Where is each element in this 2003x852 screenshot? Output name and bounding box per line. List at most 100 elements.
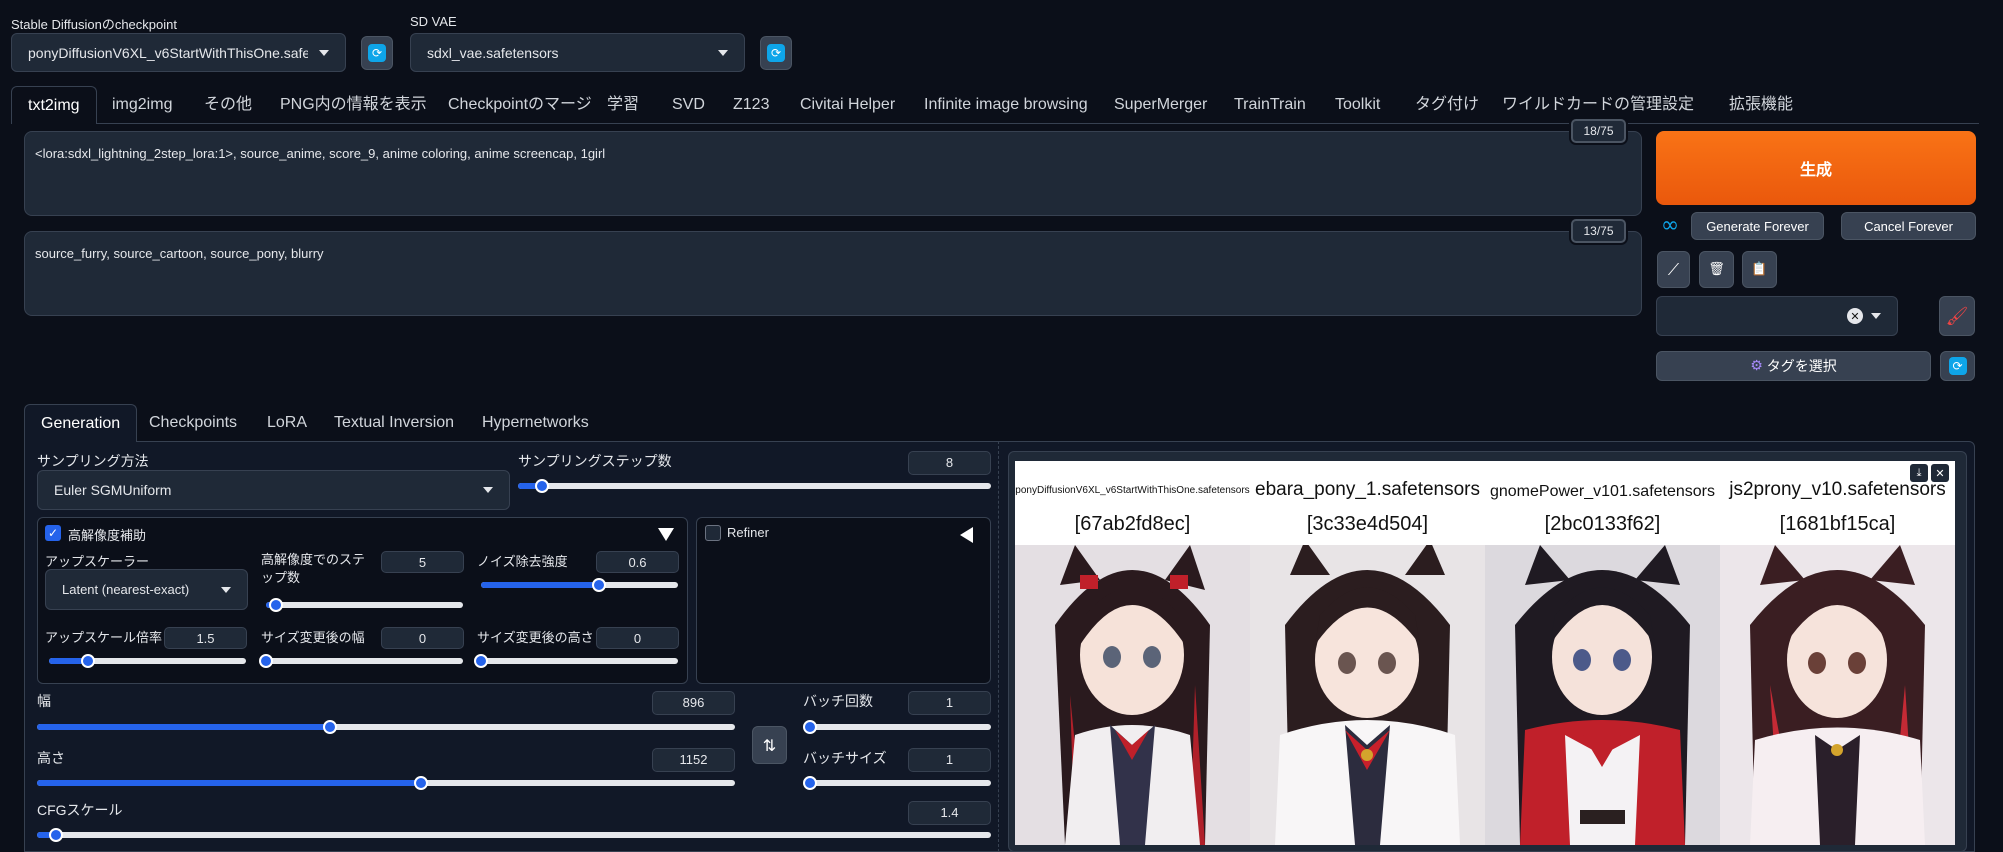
- tab-textual-inversion[interactable]: Textual Inversion: [334, 404, 454, 442]
- tab-checkpoints[interactable]: Checkpoints: [149, 404, 237, 442]
- tab-img2img[interactable]: img2img: [112, 86, 172, 124]
- sampling-steps-number[interactable]: 8: [908, 451, 991, 475]
- hires-steps-label: 高解像度でのステップ数: [261, 552, 366, 585]
- paste-params-button[interactable]: ⟋: [1657, 251, 1690, 288]
- tab-png-info[interactable]: PNG内の情報を表示: [280, 86, 427, 124]
- close-icon[interactable]: ✕: [1931, 464, 1949, 482]
- download-icon[interactable]: ⤓: [1910, 464, 1928, 482]
- expand-triangle-icon[interactable]: [960, 527, 973, 543]
- batch-count-slider[interactable]: [803, 720, 991, 734]
- width-number[interactable]: 896: [652, 691, 735, 715]
- styles-select[interactable]: ✕: [1656, 296, 1898, 336]
- vae-select[interactable]: sdxl_vae.safetensors: [410, 33, 745, 72]
- slider-thumb[interactable]: [268, 598, 283, 612]
- model-hash: [2bc0133f62]: [1544, 513, 1661, 535]
- sampling-steps-slider[interactable]: [518, 479, 991, 493]
- upscaler-value: Latent (nearest-exact): [62, 582, 190, 597]
- tab-supermerger[interactable]: SuperMerger: [1114, 86, 1207, 124]
- panel-divider: [998, 441, 999, 852]
- chevron-down-icon: [221, 586, 231, 593]
- refiner-checkbox[interactable]: [705, 525, 721, 541]
- tab-checkpoint-merger[interactable]: Checkpointのマージ: [448, 86, 592, 124]
- batch-count-number[interactable]: 1: [908, 691, 991, 715]
- grid-column: ebara_pony_1.safetensors [3c33e4d504]: [1250, 461, 1485, 845]
- tab-hypernetworks[interactable]: Hypernetworks: [482, 404, 589, 442]
- model-hash: [1681bf15ca]: [1779, 513, 1896, 535]
- tab-train[interactable]: 学習: [607, 86, 639, 124]
- clear-icon[interactable]: ✕: [1847, 308, 1863, 324]
- grid-column: ponyDiffusionV6XL_v6StartWithThisOne.saf…: [1015, 461, 1250, 845]
- tab-generation[interactable]: Generation: [24, 404, 138, 442]
- grid-column: js2prony_v10.safetensors [1681bf15ca]: [1720, 461, 1955, 845]
- tag-select-button[interactable]: ⚙ タグを選択: [1656, 351, 1931, 381]
- upscaler-select[interactable]: Latent (nearest-exact): [45, 569, 248, 610]
- slider-thumb[interactable]: [49, 828, 64, 842]
- cfg-scale-slider[interactable]: [37, 828, 991, 842]
- output-image[interactable]: ponyDiffusionV6XL_v6StartWithThisOne.saf…: [1015, 461, 1955, 845]
- resize-height-slider[interactable]: [474, 654, 678, 668]
- height-number[interactable]: 1152: [652, 748, 735, 772]
- generated-image: [1485, 545, 1720, 845]
- slider-thumb[interactable]: [803, 776, 817, 790]
- hires-fix-checkbox[interactable]: ✓: [45, 525, 61, 541]
- slider-thumb[interactable]: [413, 776, 428, 790]
- styles-button[interactable]: 📋: [1742, 251, 1777, 288]
- hires-steps-slider[interactable]: [266, 598, 463, 612]
- width-label: 幅: [37, 693, 51, 709]
- tab-extras[interactable]: その他: [204, 86, 252, 124]
- slider-thumb[interactable]: [803, 720, 817, 734]
- vae-refresh-button[interactable]: ⟳: [760, 36, 792, 70]
- tab-civitai-helper[interactable]: Civitai Helper: [800, 86, 895, 124]
- sampling-method-value: Euler SGMUniform: [54, 482, 172, 498]
- slider-thumb[interactable]: [259, 654, 273, 668]
- clipboard-icon: 📋: [1751, 262, 1768, 277]
- tag-refresh-button[interactable]: ⟳: [1940, 351, 1975, 381]
- slider-thumb[interactable]: [474, 654, 488, 668]
- batch-size-slider[interactable]: [803, 776, 991, 790]
- slider-thumb[interactable]: [534, 479, 549, 493]
- collapse-triangle-icon[interactable]: [658, 528, 674, 541]
- vae-label: SD VAE: [410, 14, 457, 29]
- generate-button[interactable]: 生成: [1656, 131, 1976, 205]
- resize-width-number[interactable]: 0: [381, 627, 464, 649]
- checkpoint-select[interactable]: ponyDiffusionV6XL_v6StartWithThisOne.saf…: [11, 33, 346, 72]
- resize-height-number[interactable]: 0: [596, 627, 679, 649]
- tab-lora[interactable]: LoRA: [267, 404, 307, 442]
- hires-steps-number[interactable]: 5: [381, 551, 464, 573]
- cancel-forever-button[interactable]: Cancel Forever: [1841, 212, 1976, 240]
- tab-tagging[interactable]: タグ付け: [1415, 86, 1479, 124]
- upscaler-label: アップスケーラー: [45, 554, 150, 569]
- model-hash: [3c33e4d504]: [1306, 513, 1429, 535]
- swap-dimensions-button[interactable]: ⇅: [752, 726, 787, 764]
- cfg-scale-label: CFGスケール: [37, 802, 123, 818]
- apply-style-button[interactable]: 🖌: [1939, 296, 1975, 336]
- checkpoint-label: Stable Diffusionのcheckpoint: [11, 17, 177, 32]
- denoise-number[interactable]: 0.6: [596, 551, 679, 573]
- generate-forever-button[interactable]: Generate Forever: [1691, 212, 1824, 240]
- tab-settings[interactable]: 設定: [1662, 86, 1694, 124]
- sampling-method-select[interactable]: Euler SGMUniform: [37, 470, 510, 510]
- refiner-label: Refiner: [727, 525, 769, 540]
- tab-svd[interactable]: SVD: [672, 86, 705, 124]
- generated-image: [1250, 545, 1485, 845]
- negative-prompt-input[interactable]: source_furry, source_cartoon, source_pon…: [24, 231, 1642, 316]
- batch-size-number[interactable]: 1: [908, 748, 991, 772]
- resize-width-slider[interactable]: [259, 654, 463, 668]
- tab-toolkit[interactable]: Toolkit: [1335, 86, 1380, 124]
- upscale-by-slider[interactable]: [49, 654, 246, 668]
- tab-extensions[interactable]: 拡張機能: [1729, 86, 1793, 124]
- width-slider[interactable]: [37, 720, 735, 734]
- height-slider[interactable]: [37, 776, 735, 790]
- cfg-scale-number[interactable]: 1.4: [908, 801, 991, 825]
- tab-txt2img[interactable]: txt2img: [11, 86, 97, 124]
- prompt-input[interactable]: <lora:sdxl_lightning_2step_lora:1>, sour…: [24, 131, 1642, 216]
- clear-prompt-button[interactable]: 🗑: [1699, 251, 1734, 288]
- tab-traintrain[interactable]: TrainTrain: [1234, 86, 1306, 124]
- sampling-method-label: サンプリング方法: [37, 453, 149, 469]
- checkpoint-refresh-button[interactable]: ⟳: [361, 36, 393, 70]
- upscale-by-number[interactable]: 1.5: [164, 627, 247, 649]
- hires-fix-label: 高解像度補助: [68, 528, 147, 543]
- tab-z123[interactable]: Z123: [733, 86, 769, 124]
- denoise-slider[interactable]: [481, 578, 678, 592]
- tab-infinite-image-browsing[interactable]: Infinite image browsing: [924, 86, 1088, 124]
